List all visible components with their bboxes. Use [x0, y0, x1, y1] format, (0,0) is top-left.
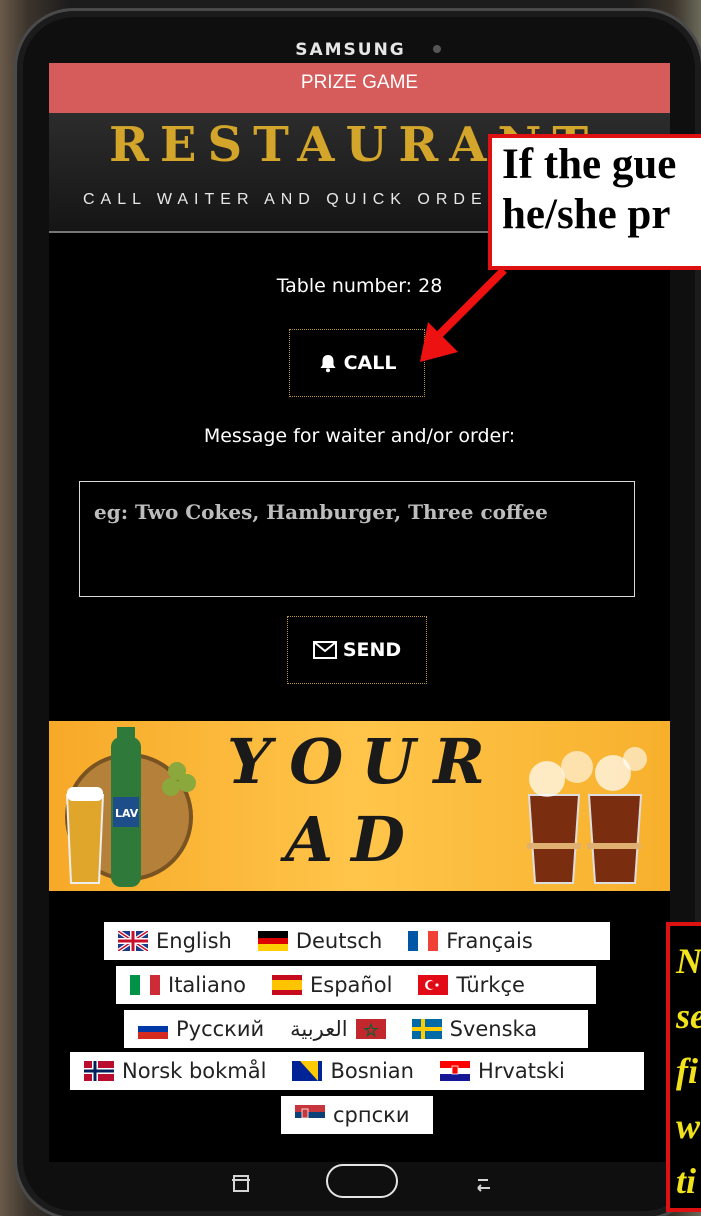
lang-hrvatski[interactable]: Hrvatski — [440, 1059, 565, 1083]
lang-label: English — [156, 929, 232, 953]
beer-brand-label: LAV — [115, 807, 139, 820]
lang-italiano[interactable]: Italiano — [130, 973, 246, 997]
sweden-flag-icon — [411, 1019, 442, 1039]
bosnia-flag-icon — [292, 1061, 323, 1081]
language-row-3: Русский العربية Svenska — [124, 1010, 588, 1048]
ad-line-2: AD — [285, 803, 423, 876]
lang-russian[interactable]: Русский — [138, 1017, 264, 1041]
lang-label: Svenska — [449, 1017, 538, 1041]
lang-label: Français — [446, 929, 533, 953]
device-brand: SAMSUNG — [295, 40, 406, 60]
bottom-callout-line: N — [676, 941, 701, 981]
lang-bosnian[interactable]: Bosnian — [292, 1059, 414, 1083]
lang-norsk[interactable]: Norsk bokmål — [84, 1059, 266, 1083]
send-button[interactable]: SEND — [287, 616, 427, 684]
envelope-icon — [312, 641, 337, 659]
lang-svenska[interactable]: Svenska — [411, 1017, 538, 1041]
bell-icon — [320, 355, 336, 373]
bottom-callout-line: ti — [676, 1161, 697, 1201]
ad-banner[interactable]: LAV YOUR AD — [49, 721, 670, 891]
lang-english[interactable]: English — [118, 929, 232, 953]
language-row-4: Norsk bokmål Bosnian Hrvatski — [70, 1052, 644, 1090]
top-callout-line-2: he/she pr — [502, 191, 671, 238]
lang-label: Bosnian — [330, 1059, 414, 1083]
message-input[interactable] — [79, 481, 635, 597]
cola-illustration — [527, 747, 647, 884]
send-label: SEND — [342, 639, 402, 661]
bottom-callout: N se fi w ti — [666, 922, 701, 1212]
germany-flag-icon — [257, 931, 288, 951]
tagline: CALL WAITER AND QUICK ORDERING — [83, 191, 552, 208]
table-number: Table number: 28 — [276, 275, 443, 297]
lang-label: српски — [333, 1103, 410, 1127]
serbia-flag-icon — [295, 1105, 325, 1125]
front-camera — [433, 45, 441, 53]
language-row-2: Italiano Español Türkçe — [116, 966, 596, 1004]
france-flag-icon — [408, 931, 439, 951]
lang-arabic[interactable]: العربية — [290, 1017, 386, 1041]
morocco-flag-icon — [355, 1019, 386, 1039]
lang-serbian[interactable]: српски — [295, 1103, 409, 1127]
lang-label: Русский — [176, 1017, 265, 1041]
language-row-1: English Deutsch Français — [104, 922, 610, 960]
recent-apps-icon[interactable] — [230, 1174, 252, 1194]
call-label: CALL — [343, 352, 397, 374]
lang-label: Hrvatski — [478, 1059, 565, 1083]
message-label: Message for waiter and/or order: — [203, 425, 516, 447]
red-arrow-icon — [420, 267, 507, 362]
uk-flag-icon — [118, 931, 148, 951]
spain-flag-icon — [272, 975, 302, 995]
lang-label: Norsk bokmål — [122, 1059, 267, 1083]
back-icon[interactable] — [472, 1174, 494, 1194]
lang-label: Italiano — [168, 973, 246, 997]
lang-label: Türkçe — [456, 973, 525, 997]
lang-francais[interactable]: Français — [408, 929, 533, 953]
lang-label: Deutsch — [295, 929, 383, 953]
lang-label: العربية — [290, 1017, 348, 1041]
lang-espanol[interactable]: Español — [272, 973, 392, 997]
bottom-callout-line: w — [676, 1106, 701, 1146]
lang-deutsch[interactable]: Deutsch — [257, 929, 383, 953]
beer-illustration: LAV — [65, 727, 196, 887]
bottom-callout-line: se — [676, 996, 701, 1036]
bottom-callout-line: fi — [676, 1051, 698, 1091]
croatia-flag-icon — [440, 1061, 470, 1081]
russia-flag-icon — [138, 1019, 168, 1039]
norway-flag-icon — [84, 1061, 114, 1081]
home-button[interactable] — [326, 1164, 398, 1198]
ad-line-1: YOUR — [227, 725, 503, 798]
italy-flag-icon — [130, 975, 160, 995]
prize-game-banner[interactable]: PRIZE GAME — [49, 63, 670, 113]
turkey-flag-icon — [418, 975, 449, 995]
lang-turkce[interactable]: Türkçe — [418, 973, 525, 997]
top-callout-line-1: If the gue — [502, 141, 677, 188]
top-callout: If the gue he/she pr — [488, 134, 701, 270]
language-row-5: српски — [281, 1096, 433, 1134]
lang-label: Español — [310, 973, 393, 997]
